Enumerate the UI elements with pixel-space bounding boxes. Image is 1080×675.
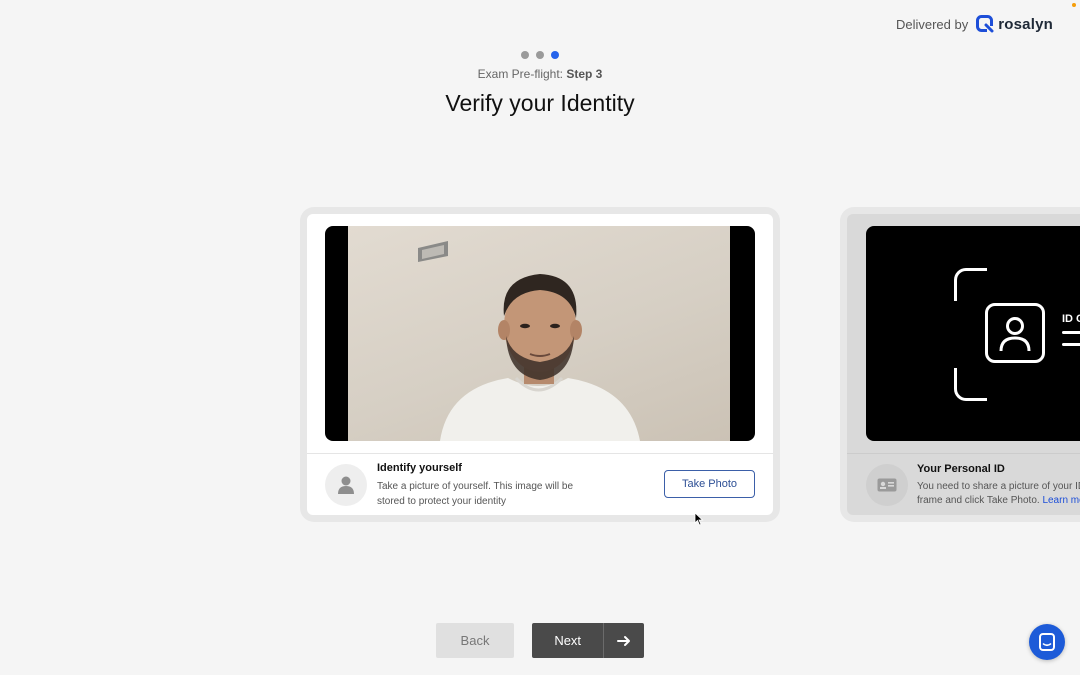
mouse-cursor-icon xyxy=(694,512,704,526)
step-dot-3-active xyxy=(551,51,559,59)
personal-id-description: You need to share a picture of your ID f… xyxy=(917,480,1080,508)
rosalyn-logo-icon xyxy=(976,15,994,33)
next-label: Next xyxy=(554,633,582,648)
id-text-line xyxy=(1062,343,1080,346)
page-title: Verify your Identity xyxy=(445,90,635,116)
step-dot-2 xyxy=(536,51,544,59)
id-card-frame-icon xyxy=(985,303,1045,363)
take-photo-button[interactable]: Take Photo xyxy=(664,470,755,498)
webcam-person-image xyxy=(418,241,640,441)
personal-id-desc-line1: You need to share a picture of your ID xyxy=(917,481,1080,492)
notification-dot xyxy=(1072,3,1076,7)
step-dot-1 xyxy=(521,51,529,59)
brand-name: rosalyn xyxy=(998,15,1053,33)
delivered-by-label: Delivered by xyxy=(895,16,969,32)
personal-id-desc-line2: frame and click Take Photo. xyxy=(917,495,1040,506)
id-badge-icon xyxy=(866,464,908,506)
webcam-preview xyxy=(325,226,755,441)
rosalyn-logo: rosalyn xyxy=(976,15,1053,33)
personal-id-card: ID C Your Personal ID You need to share … xyxy=(847,214,1080,515)
user-icon xyxy=(325,464,367,506)
identify-title: Identify yourself xyxy=(377,462,462,474)
card-divider xyxy=(847,453,1080,454)
step-indicator xyxy=(0,51,1080,59)
identify-description: Take a picture of yourself. This image w… xyxy=(377,481,574,507)
id-text-line xyxy=(1062,331,1080,334)
next-button[interactable]: Next xyxy=(532,623,644,658)
step-caption-step: Step 3 xyxy=(566,67,603,81)
arrow-right-icon xyxy=(603,623,644,658)
step-caption-prefix: Exam Pre-flight: xyxy=(477,67,563,81)
id-screen-text: ID C xyxy=(1062,313,1080,325)
frame-corner-icon xyxy=(954,368,987,401)
frame-corner-icon xyxy=(954,268,987,301)
chat-icon[interactable] xyxy=(1029,624,1065,660)
card-divider xyxy=(307,453,773,454)
personal-id-title: Your Personal ID xyxy=(917,463,1005,475)
step-caption: Exam Pre-flight: Step 3 xyxy=(0,67,1080,81)
brand-header: Delivered by rosalyn xyxy=(896,15,1053,33)
id-capture-screen: ID C xyxy=(866,226,1080,441)
back-button[interactable]: Back xyxy=(436,623,514,658)
learn-more-link[interactable]: Learn mo xyxy=(1042,495,1080,506)
exam-preflight-page: Delivered by rosalyn Exam Pre-flight: St… xyxy=(0,0,1080,675)
webcam-feed xyxy=(348,226,730,441)
identify-card: Identify yourself Take a picture of your… xyxy=(307,214,773,515)
